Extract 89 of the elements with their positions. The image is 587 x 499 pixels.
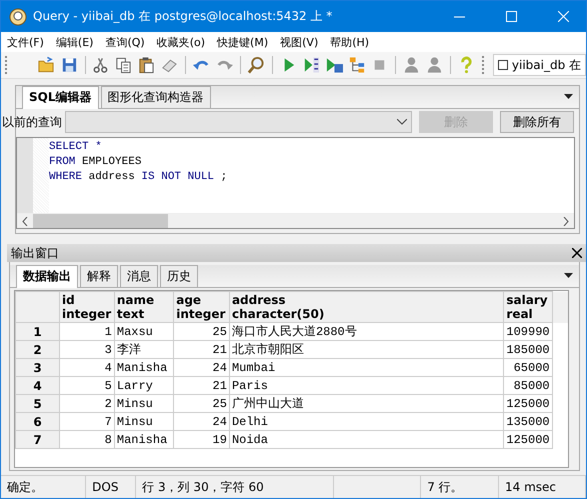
output-tab[interactable]: 消息: [120, 265, 158, 287]
table-cell: Delhi: [229, 412, 504, 430]
status-text: 7 行。: [427, 478, 463, 496]
table-cell: 李洋: [114, 340, 174, 358]
folder-icon[interactable]: [36, 55, 56, 75]
previous-queries-label: 以前的查询: [2, 114, 62, 130]
table-cell: Mumbai: [229, 358, 504, 376]
table-cell: 5: [60, 376, 114, 394]
table-cell: 185000: [504, 340, 552, 358]
table-cell: 25: [174, 394, 230, 412]
table-cell: 65000: [504, 358, 552, 376]
copy-icon[interactable]: [114, 55, 134, 75]
table-cell: Noida: [229, 430, 504, 448]
status-text: 14 msec: [504, 480, 556, 494]
code-line: SELECT *: [49, 140, 103, 155]
column-header[interactable]: address character(50): [229, 292, 504, 322]
table-cell: Maxsu: [114, 322, 174, 340]
dropdown-icon[interactable]: [564, 94, 573, 99]
table-cell: 7: [60, 412, 114, 430]
table-cell: Larry: [114, 376, 174, 394]
menu-item[interactable]: 查询(Q): [105, 34, 145, 50]
menu-item[interactable]: 文件(F): [7, 34, 44, 50]
column-header[interactable]: age integer: [174, 292, 230, 322]
status-text: 行 3，列 30，字符 60: [142, 478, 264, 496]
table-cell: 125000: [504, 394, 552, 412]
menu-item[interactable]: 收藏夹(o): [156, 34, 206, 50]
column-header[interactable]: salary real: [504, 292, 552, 322]
table-cell: Paris: [229, 376, 504, 394]
row-number: 2: [16, 340, 60, 358]
output-tab[interactable]: 数据输出: [16, 265, 78, 288]
table-cell: 19: [174, 430, 230, 448]
code-line: WHERE address IS NOT NULL ;: [49, 170, 228, 185]
table-cell: Minsu: [114, 394, 174, 412]
output-window-title: 输出窗口: [11, 244, 59, 262]
scroll-left-icon[interactable]: [22, 216, 28, 226]
scissors-icon[interactable]: [91, 55, 110, 75]
editor-tab[interactable]: SQL编辑器: [22, 86, 98, 109]
table-cell: 海口市人民大道2880号: [229, 322, 504, 340]
column-header[interactable]: id integer: [60, 292, 114, 322]
row-number: 1: [16, 322, 60, 340]
window-title: Query - yiibai_db 在 postgres@localhost:5432 上 *: [33, 8, 334, 25]
sql-editor[interactable]: SELECT * FROM EMPLOYEES WHERE address IS NOT NULL ;: [16, 137, 575, 229]
menu-item[interactable]: 帮助(H): [330, 34, 370, 50]
table-cell: 3: [60, 340, 114, 358]
scroll-right-icon[interactable]: [563, 216, 569, 226]
dropdown-icon[interactable]: [564, 273, 573, 278]
horizontal-scrollbar[interactable]: [17, 213, 574, 228]
table-cell: 109990: [504, 322, 552, 340]
table-cell: 1: [60, 322, 114, 340]
search-icon[interactable]: [246, 55, 266, 75]
table-cell: 广州中山大道: [229, 394, 504, 412]
close-icon[interactable]: [572, 248, 582, 258]
output-tab[interactable]: 解释: [80, 265, 118, 287]
delete-button[interactable]: 删除所有: [500, 111, 574, 133]
clipboard-icon[interactable]: [137, 55, 156, 75]
table-cell: 21: [174, 376, 230, 394]
chevron-down-icon[interactable]: [397, 119, 407, 125]
table-cell: 135000: [504, 412, 552, 430]
editor-tab[interactable]: 图形化查询构造器: [100, 86, 210, 108]
table-cell: Minsu: [114, 412, 174, 430]
row-number: 4: [16, 376, 60, 394]
table-cell: 85000: [504, 376, 552, 394]
table-cell: 24: [174, 412, 230, 430]
table-cell: 北京市朝阳区: [229, 340, 504, 358]
column-header[interactable]: name text: [114, 292, 174, 322]
row-number: 5: [16, 394, 60, 412]
table-cell: 24: [174, 358, 230, 376]
output-tab[interactable]: 历史: [160, 265, 198, 287]
row-number: 7: [16, 430, 60, 448]
status-text: 确定。: [7, 478, 43, 496]
row-number: 6: [16, 412, 60, 430]
table-cell: 2: [60, 394, 114, 412]
menu-item[interactable]: 快捷键(M): [217, 34, 268, 50]
table-cell: 21: [174, 340, 230, 358]
row-number: 3: [16, 358, 60, 376]
checkbox[interactable]: [498, 60, 508, 70]
code-line: FROM EMPLOYEES: [49, 155, 142, 170]
table-cell: 8: [60, 430, 114, 448]
tree-icon[interactable]: [348, 55, 366, 75]
maximize-icon[interactable]: [506, 11, 516, 22]
table-cell: Manisha: [114, 358, 174, 376]
table-cell: 125000: [504, 430, 552, 448]
menu-item[interactable]: 视图(V): [280, 34, 318, 50]
table-cell: Manisha: [114, 430, 174, 448]
table-cell: 25: [174, 322, 230, 340]
table-cell: 4: [60, 358, 114, 376]
menu-item[interactable]: 编辑(E): [56, 34, 94, 50]
database-selector[interactable]: yiibai_db 在: [492, 54, 586, 76]
status-text: DOS: [92, 480, 118, 494]
